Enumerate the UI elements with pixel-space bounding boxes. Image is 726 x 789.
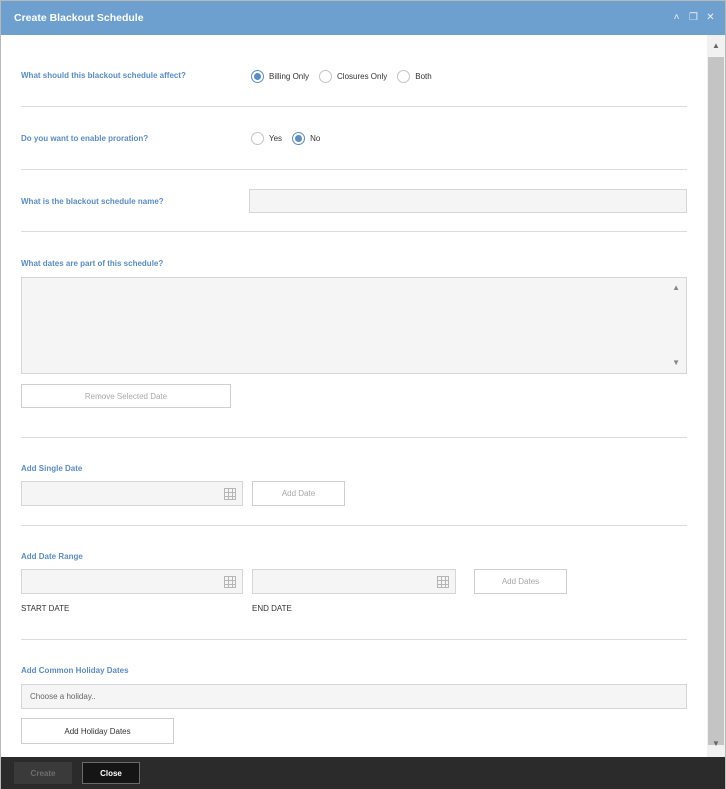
- dates-list[interactable]: ▲ ▼: [21, 277, 687, 374]
- date-range-label: Add Date Range: [21, 552, 83, 561]
- close-icon[interactable]: ✕: [706, 12, 715, 23]
- radio-billing-only[interactable]: Billing Only: [251, 70, 309, 83]
- divider: [21, 525, 687, 526]
- radio-circle[interactable]: [251, 70, 264, 83]
- radio-circle[interactable]: [397, 70, 411, 83]
- radio-label: Yes: [269, 134, 283, 143]
- add-dates-button[interactable]: Add Dates: [474, 569, 567, 594]
- scroll-down-icon[interactable]: ▼: [712, 739, 720, 748]
- title-bar: Create Blackout Schedule ˄ ❐ ✕: [1, 1, 725, 35]
- window-controls: ˄ ❐ ✕: [672, 12, 715, 23]
- radio-both[interactable]: Both: [397, 70, 432, 83]
- add-holiday-dates-button[interactable]: Add Holiday Dates: [21, 718, 174, 744]
- affect-radio-group: Billing Only Closures Only Both: [251, 70, 442, 83]
- dialog-scrollbar[interactable]: ▲ ▼: [707, 35, 725, 757]
- end-date-caption: END DATE: [252, 604, 292, 613]
- divider: [21, 169, 687, 170]
- scroll-thumb[interactable]: [708, 57, 724, 745]
- close-button[interactable]: Close: [82, 762, 140, 784]
- maximize-icon[interactable]: ❐: [689, 12, 698, 23]
- schedule-name-input[interactable]: [249, 189, 687, 213]
- start-date-input[interactable]: [21, 569, 243, 594]
- proration-radio-group: Yes No: [251, 132, 330, 145]
- list-scroll-down-icon[interactable]: ▼: [672, 358, 680, 367]
- holidays-label: Add Common Holiday Dates: [21, 666, 129, 675]
- proration-question: Do you want to enable proration?: [21, 134, 149, 143]
- collapse-icon[interactable]: ˄: [672, 12, 681, 23]
- start-date-caption: START DATE: [21, 604, 70, 613]
- single-date-label: Add Single Date: [21, 464, 83, 473]
- dialog-content: What should this blackout schedule affec…: [1, 35, 707, 757]
- end-date-input[interactable]: [252, 569, 456, 594]
- add-date-button[interactable]: Add Date: [252, 481, 345, 506]
- radio-circle[interactable]: [292, 132, 306, 145]
- radio-circle[interactable]: [251, 132, 264, 145]
- affect-question: What should this blackout schedule affec…: [21, 71, 186, 80]
- dialog-footer: Create Close: [1, 757, 725, 789]
- divider: [21, 231, 687, 232]
- dialog-title: Create Blackout Schedule: [14, 12, 144, 24]
- name-question: What is the blackout schedule name?: [21, 197, 164, 206]
- radio-label: Both: [415, 72, 432, 81]
- radio-no[interactable]: No: [292, 132, 320, 145]
- holiday-select[interactable]: Choose a holiday..: [21, 684, 687, 709]
- divider: [21, 639, 687, 640]
- list-scroll-up-icon[interactable]: ▲: [672, 283, 680, 292]
- radio-circle[interactable]: [319, 70, 333, 83]
- scroll-up-icon[interactable]: ▲: [712, 41, 720, 50]
- radio-closures-only[interactable]: Closures Only: [319, 70, 387, 83]
- calendar-icon[interactable]: [224, 488, 236, 500]
- remove-selected-date-button[interactable]: Remove Selected Date: [21, 384, 231, 408]
- calendar-icon[interactable]: [437, 576, 449, 588]
- create-button[interactable]: Create: [14, 762, 72, 784]
- divider: [21, 106, 687, 107]
- single-date-input[interactable]: [21, 481, 243, 506]
- calendar-icon[interactable]: [224, 576, 236, 588]
- dialog-window: Create Blackout Schedule ˄ ❐ ✕ What shou…: [0, 0, 726, 789]
- dates-question: What dates are part of this schedule?: [21, 259, 164, 268]
- radio-label: Billing Only: [269, 72, 310, 81]
- divider: [21, 437, 687, 438]
- radio-label: No: [310, 134, 321, 143]
- radio-yes[interactable]: Yes: [251, 132, 282, 145]
- radio-label: Closures Only: [337, 72, 388, 81]
